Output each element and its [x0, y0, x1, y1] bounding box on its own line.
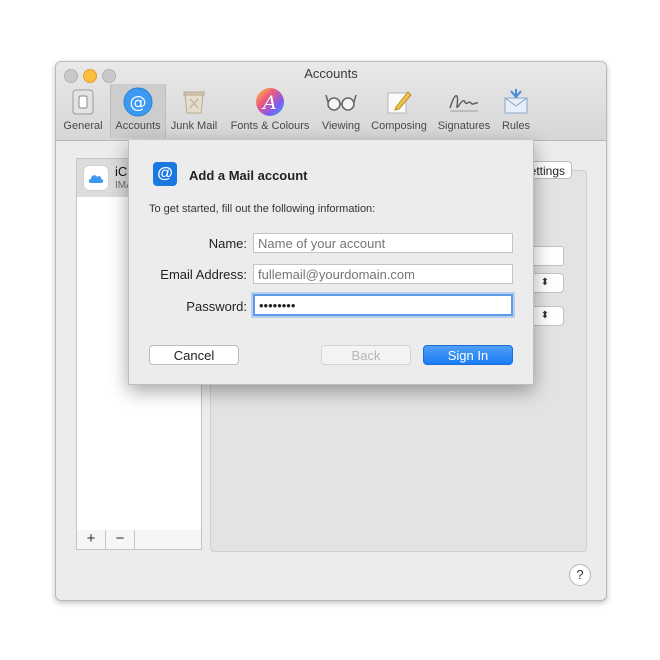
sheet-intro: To get started, fill out the following i…: [149, 203, 376, 215]
glasses-icon: [323, 86, 359, 118]
name-label: Name:: [208, 236, 247, 251]
tab-general-label: General: [63, 120, 103, 132]
back-button[interactable]: Back: [321, 345, 411, 365]
svg-text:A: A: [261, 92, 277, 114]
cancel-button[interactable]: Cancel: [149, 345, 239, 365]
tab-junk-mail-label: Junk Mail: [170, 120, 218, 132]
mail-at-icon: @: [153, 162, 177, 186]
tab-general[interactable]: General: [60, 84, 106, 138]
email-label: Email Address:: [160, 267, 247, 282]
svg-text:@: @: [130, 93, 147, 113]
help-button[interactable]: ?: [569, 564, 591, 586]
tab-rules[interactable]: Rules: [496, 84, 536, 138]
sheet-title: Add a Mail account: [189, 168, 308, 183]
list-controls: + −: [76, 530, 202, 550]
switch-icon: [65, 86, 101, 118]
signature-icon: [446, 86, 482, 118]
title-bar: Accounts General @ Accounts Junk Mail A …: [56, 62, 606, 141]
stepper-icon: ⬍: [540, 277, 550, 288]
fonts-colours-icon: A: [252, 86, 288, 118]
window-title: Accounts: [304, 66, 358, 81]
icloud-icon: [84, 166, 108, 190]
tab-accounts-label: Accounts: [115, 120, 161, 132]
pencil-icon: [381, 86, 417, 118]
password-label: Password:: [186, 299, 247, 314]
tab-viewing[interactable]: Viewing: [318, 84, 364, 138]
remove-account-button[interactable]: −: [106, 530, 135, 549]
add-mail-account-sheet: @ Add a Mail account To get started, fil…: [128, 140, 534, 385]
email-input[interactable]: [253, 264, 513, 284]
tab-composing[interactable]: Composing: [368, 84, 430, 138]
tab-accounts[interactable]: @ Accounts: [110, 84, 166, 138]
tab-composing-label: Composing: [371, 120, 427, 132]
trash-icon: [176, 86, 212, 118]
tab-fonts-colours-label: Fonts & Colours: [230, 120, 310, 132]
at-icon: @: [120, 86, 156, 118]
envelope-icon: [498, 86, 534, 118]
add-account-button[interactable]: +: [77, 530, 106, 549]
tab-signatures[interactable]: Signatures: [434, 84, 494, 138]
tab-rules-label: Rules: [501, 120, 531, 132]
tab-junk-mail[interactable]: Junk Mail: [168, 84, 220, 138]
tab-fonts-colours[interactable]: A Fonts & Colours: [224, 84, 316, 138]
password-input[interactable]: [253, 294, 513, 316]
stepper-icon: ⬍: [540, 310, 550, 321]
sign-in-button[interactable]: Sign In: [423, 345, 513, 365]
tab-viewing-label: Viewing: [321, 120, 361, 132]
preferences-toolbar: General @ Accounts Junk Mail A Fonts & C…: [56, 84, 606, 140]
name-input[interactable]: [253, 233, 513, 253]
tab-signatures-label: Signatures: [437, 120, 491, 132]
